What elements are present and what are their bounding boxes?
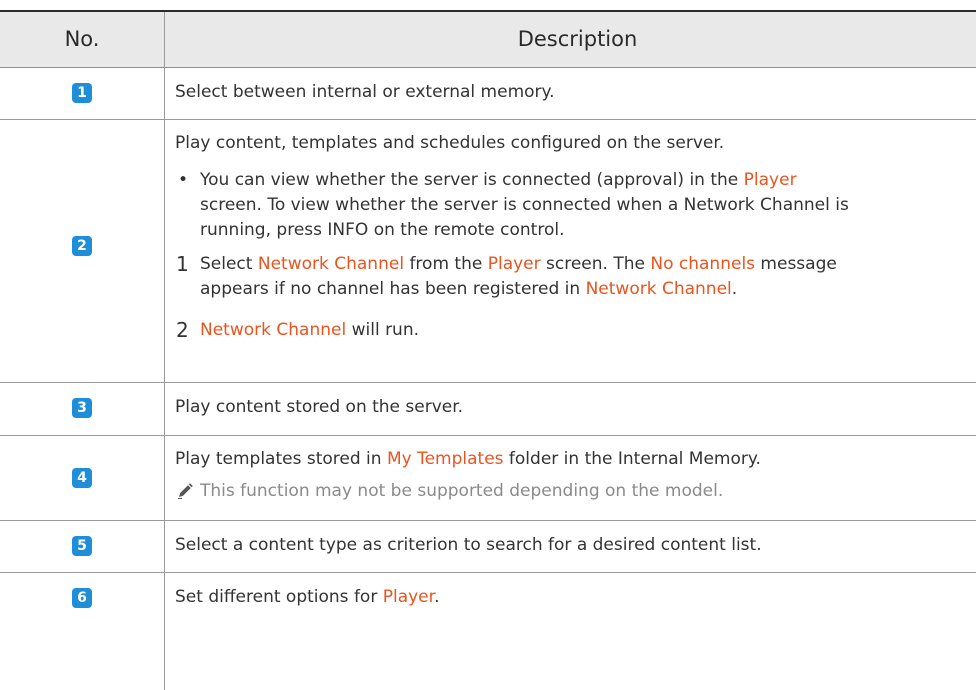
table-row: 6 Set different options for Player. [0, 573, 976, 633]
column-divider [164, 12, 165, 690]
network-channel-label: Network Channel [257, 254, 405, 274]
row-description: Play content stored on the server. [175, 397, 464, 417]
step-text: from the [404, 254, 488, 274]
bullet-text: You can view whether the server is conne… [200, 170, 744, 190]
step-text: appears if no channel has been registere… [200, 279, 586, 299]
step-text: . [731, 279, 738, 299]
description-table: No. Description 1 Select between interna… [0, 10, 976, 690]
pencil-icon [178, 483, 193, 499]
step-line: appears if no channel has been registere… [200, 277, 737, 302]
row-description: Select a content type as criterion to se… [175, 535, 762, 555]
step-number: 1 [176, 252, 189, 276]
table-row: 4 Play templates stored in My Templates … [0, 436, 976, 521]
bullet-line: running, press INFO on the remote contro… [200, 218, 564, 243]
step-number: 2 [176, 318, 189, 342]
network-channel-label: Network Channel [200, 320, 347, 340]
bullet-marker: • [178, 170, 189, 190]
player-menu-label: Player [743, 170, 797, 190]
bullet-text: running, press [200, 220, 328, 240]
player-menu-label: Player [382, 587, 435, 607]
step-text: screen. The [540, 254, 651, 274]
network-channel-label: Network Channel [585, 279, 732, 299]
row-text: Set different options for [175, 587, 383, 607]
info-key-label: INFO [327, 220, 369, 240]
bullet-line: screen. To view whether the server is co… [200, 195, 849, 215]
step-text: message [755, 254, 837, 274]
row-number-badge: 5 [72, 536, 92, 556]
table-row: 1 Select between internal or external me… [0, 68, 976, 120]
row-number-badge: 2 [72, 236, 92, 256]
row-description: Select between internal or external memo… [175, 82, 555, 102]
row-number-badge: 4 [72, 468, 92, 488]
table-row: 3 Play content stored on the server. [0, 383, 976, 436]
my-templates-label: My Templates [386, 449, 504, 469]
bullet-text: on the remote control. [368, 220, 565, 240]
row-description: Play content, templates and schedules co… [175, 133, 725, 153]
header-no: No. [64, 27, 100, 51]
no-channels-label: No channels [650, 254, 756, 274]
player-menu-label: Player [487, 254, 541, 274]
row-text: Play templates stored in [175, 449, 387, 469]
row-number-badge: 3 [72, 398, 92, 418]
table-row: 2 Play content, templates and schedules … [0, 120, 976, 383]
row-description: Play templates stored in My Templates fo… [175, 447, 761, 472]
row-text: folder in the Internal Memory. [503, 449, 761, 469]
row-number-badge: 1 [72, 83, 92, 103]
table-row: 5 Select a content type as criterion to … [0, 521, 976, 573]
row-description: Set different options for Player. [175, 585, 439, 610]
table-header-row: No. Description [0, 12, 976, 68]
step-line: Network Channel will run. [200, 318, 419, 343]
step-text: will run. [346, 320, 420, 340]
step-text: Select [200, 254, 258, 274]
step-line: Select Network Channel from the Player s… [200, 252, 837, 277]
bullet-line: You can view whether the server is conne… [200, 168, 797, 193]
header-description: Description [517, 27, 638, 51]
row-text: . [434, 587, 440, 607]
note-text: This function may not be supported depen… [200, 481, 724, 501]
row-number-badge: 6 [72, 588, 92, 608]
